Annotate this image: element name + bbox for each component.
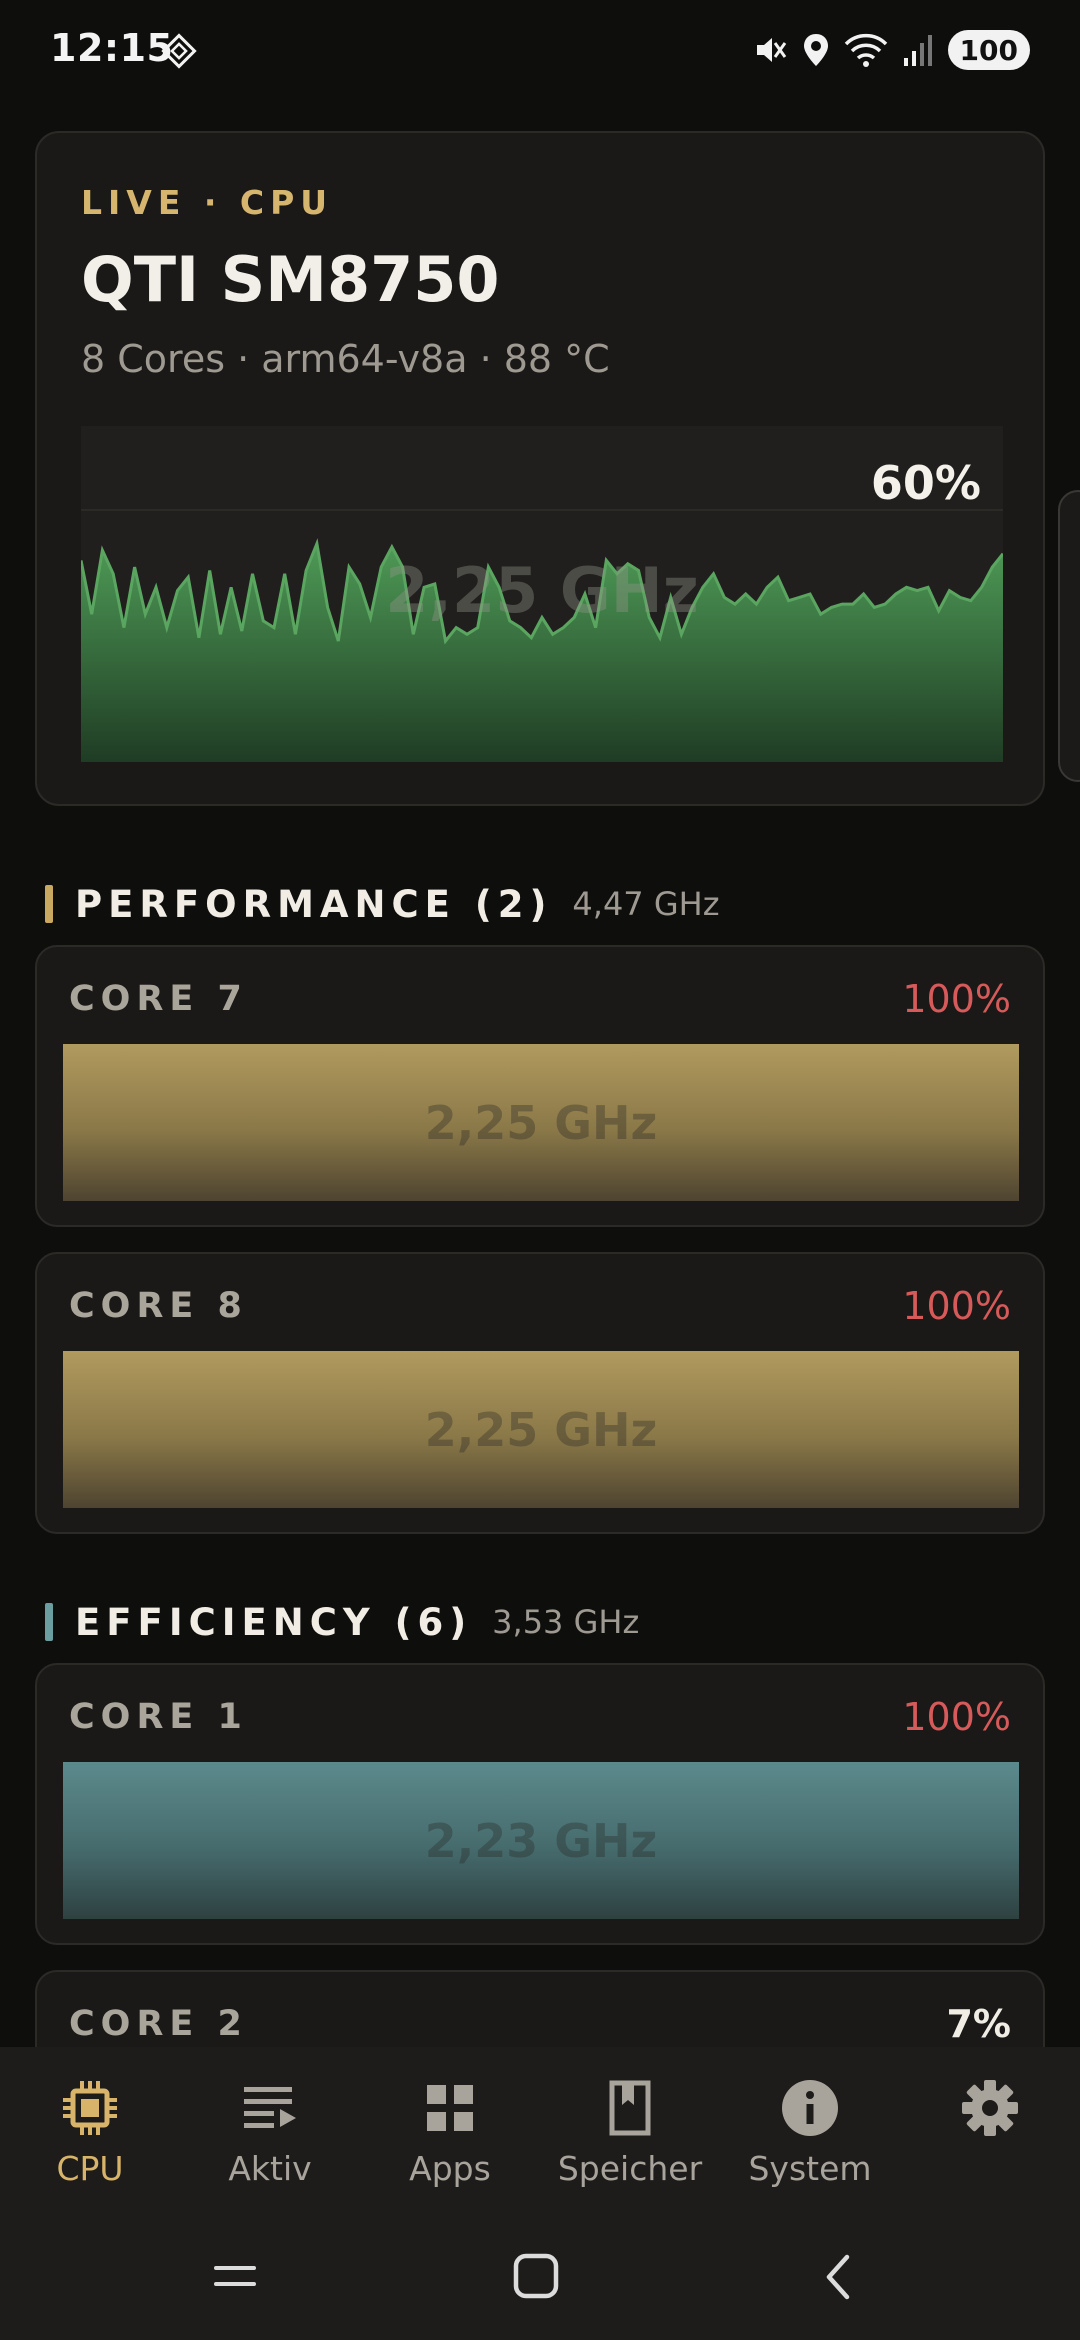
- nav-item-system[interactable]: System: [720, 2075, 900, 2188]
- section-accent-bar: [45, 885, 53, 923]
- battery-indicator: 100: [947, 30, 1030, 70]
- section-accent-bar: [45, 1603, 53, 1641]
- core-percent: 100%: [902, 1284, 1011, 1328]
- list-icon: [244, 2087, 296, 2128]
- nav-item-speicher[interactable]: Speicher: [540, 2075, 720, 2188]
- section-efficiency: EFFICIENCY (6) 3,53 GHz: [45, 1600, 639, 1644]
- cpu-details-subtitle: 8 Cores · arm64-v8a · 88 °C: [81, 337, 610, 381]
- core-card-1[interactable]: CORE 1 100% 2,23 GHz: [35, 1663, 1045, 1945]
- location-icon: [803, 34, 828, 66]
- nav-label: Speicher: [557, 2149, 703, 2188]
- home-icon[interactable]: [513, 2253, 559, 2299]
- status-time: 12:15: [50, 26, 174, 70]
- core-name: CORE 1: [69, 1697, 248, 1737]
- app-notification-icon: [161, 33, 197, 69]
- info-icon: [782, 2080, 838, 2136]
- graph-frequency-label: 2,25 GHz: [385, 554, 699, 627]
- section-title: PERFORMANCE (2): [75, 882, 553, 926]
- gear-icon: [962, 2080, 1018, 2136]
- back-icon[interactable]: [823, 2254, 853, 2300]
- graph-percent-label: 60%: [870, 456, 981, 510]
- section-max-freq: 4,47 GHz: [572, 885, 720, 923]
- core-frequency: 2,25 GHz: [424, 1095, 658, 1150]
- section-performance: PERFORMANCE (2) 4,47 GHz: [45, 882, 719, 926]
- nav-item-apps[interactable]: Apps: [360, 2075, 540, 2188]
- bottom-navigation: CPU Aktiv Apps Speicher System: [0, 2047, 1080, 2210]
- nav-label: Aktiv: [228, 2149, 312, 2188]
- core-name: CORE 2: [69, 2004, 248, 2044]
- mute-icon: [756, 38, 786, 62]
- section-max-freq: 3,53 GHz: [492, 1603, 640, 1641]
- core-card-8[interactable]: CORE 8 100% 2,25 GHz: [35, 1252, 1045, 1534]
- core-card-7[interactable]: CORE 7 100% 2,25 GHz: [35, 945, 1045, 1227]
- core-load-bar: 2,25 GHz: [63, 1044, 1019, 1201]
- system-navigation-bar: [0, 2210, 1080, 2340]
- core-frequency: 2,25 GHz: [424, 1402, 658, 1457]
- nav-item-cpu[interactable]: CPU: [0, 2075, 180, 2188]
- nav-item-aktiv[interactable]: Aktiv: [180, 2075, 360, 2188]
- live-eyebrow: LIVE · CPU: [81, 183, 334, 222]
- cpu-model-title: QTI SM8750: [81, 243, 500, 316]
- live-cpu-card: LIVE · CPU QTI SM8750 8 Cores · arm64-v8…: [35, 131, 1045, 806]
- sd-card-icon: [609, 2080, 651, 2136]
- nav-label: System: [748, 2149, 872, 2188]
- nav-label: CPU: [56, 2149, 124, 2188]
- wifi-icon: [844, 33, 887, 67]
- section-title: EFFICIENCY (6): [75, 1600, 473, 1644]
- core-load-bar: 2,25 GHz: [63, 1351, 1019, 1508]
- core-percent: 7%: [946, 2002, 1011, 2046]
- scrollbar-handle[interactable]: [1058, 490, 1080, 782]
- cpu-usage-graph: 2,25 GHz 60%: [81, 426, 1003, 762]
- core-frequency: 2,23 GHz: [424, 1813, 658, 1868]
- core-percent: 100%: [902, 977, 1011, 1021]
- status-bar: 12:15 100: [0, 0, 1080, 100]
- core-name: CORE 7: [69, 979, 248, 1019]
- grid-icon: [427, 2085, 473, 2131]
- core-percent: 100%: [902, 1695, 1011, 1739]
- core-load-bar: 2,23 GHz: [63, 1762, 1019, 1919]
- nav-item-settings[interactable]: [900, 2075, 1080, 2149]
- chip-icon: [63, 2081, 117, 2135]
- nav-label: Apps: [409, 2149, 491, 2188]
- signal-icon: [903, 35, 932, 66]
- recents-icon[interactable]: [212, 2260, 258, 2292]
- core-name: CORE 8: [69, 1286, 248, 1326]
